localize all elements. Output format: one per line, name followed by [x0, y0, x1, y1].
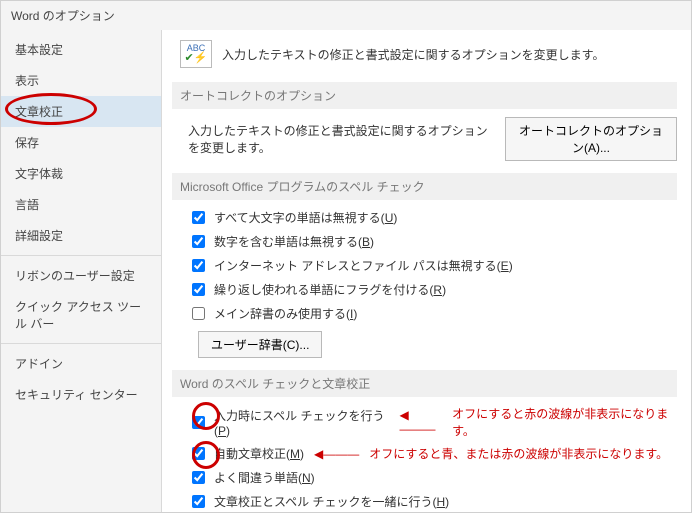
- sidebar-separator: [1, 255, 161, 256]
- checkbox-label: 自動文章校正(M): [214, 445, 304, 462]
- sidebar-item-proofing[interactable]: 文章校正: [1, 96, 161, 127]
- sidebar-item-display[interactable]: 表示: [1, 65, 161, 96]
- sidebar-item-trust[interactable]: セキュリティ センター: [1, 379, 161, 410]
- arrow-left-icon: ◀———: [314, 447, 359, 461]
- annotation-text: オフにすると青、または赤の波線が非表示になります。: [369, 445, 668, 462]
- section-heading-autocorrect: オートコレクトのオプション: [172, 82, 677, 109]
- checkbox[interactable]: [192, 416, 205, 429]
- sidebar-item-basic[interactable]: 基本設定: [1, 34, 161, 65]
- checkbox-label: 繰り返し使われる単語にフラグを付ける(R): [214, 281, 446, 298]
- arrow-left-icon: ◀———: [400, 408, 443, 436]
- checkbox-row: 繰り返し使われる単語にフラグを付ける(R): [188, 280, 677, 299]
- sidebar-item-save[interactable]: 保存: [1, 127, 161, 158]
- sidebar-item-advanced[interactable]: 詳細設定: [1, 220, 161, 251]
- window-title: Word のオプション: [1, 1, 691, 30]
- user-dictionary-button[interactable]: ユーザー辞書(C)...: [198, 331, 322, 358]
- checkbox-label: 入力時にスペル チェックを行う(P): [214, 407, 390, 438]
- autocorrect-options-button[interactable]: オートコレクトのオプション(A)...: [505, 117, 677, 161]
- sidebar-item-ribbon[interactable]: リボンのユーザー設定: [1, 260, 161, 291]
- checkbox-row: 自動文章校正(M) ◀——— オフにすると青、または赤の波線が非表示になります。: [188, 444, 677, 463]
- section-heading-word-spell: Word のスペル チェックと文章校正: [172, 370, 677, 397]
- checkbox[interactable]: [192, 495, 205, 508]
- checkbox-label: 数字を含む単語は無視する(B): [214, 233, 374, 250]
- checkbox-row: 数字を含む単語は無視する(B): [188, 232, 677, 251]
- checkbox-label: よく間違う単語(N): [214, 469, 315, 486]
- checkbox-label: 文章校正とスペル チェックを一緒に行う(H): [214, 493, 449, 510]
- sidebar-item-addins[interactable]: アドイン: [1, 348, 161, 379]
- check-icon: ✔︎⚡: [185, 53, 208, 64]
- intro-text: 入力したテキストの修正と書式設定に関するオプションを変更します。: [222, 46, 604, 63]
- sidebar-separator: [1, 343, 161, 344]
- checkbox-row: 文章校正とスペル チェックを一緒に行う(H): [188, 492, 677, 511]
- checkbox-row: 入力時にスペル チェックを行う(P) ◀——— オフにすると赤の波線が非表示になりま…: [188, 405, 677, 439]
- checkbox-label: メイン辞書のみ使用する(I): [214, 305, 357, 322]
- proofing-icon: ABC ✔︎⚡: [180, 40, 212, 68]
- sidebar-item-language[interactable]: 言語: [1, 189, 161, 220]
- checkbox[interactable]: [192, 235, 205, 248]
- checkbox-row: インターネット アドレスとファイル パスは無視する(E): [188, 256, 677, 275]
- checkbox-label: インターネット アドレスとファイル パスは無視する(E): [214, 257, 513, 274]
- autocorrect-desc: 入力したテキストの修正と書式設定に関するオプションを変更します。: [188, 122, 495, 156]
- sidebar-item-typography[interactable]: 文字体裁: [1, 158, 161, 189]
- checkbox[interactable]: [192, 211, 205, 224]
- main-panel: ABC ✔︎⚡ 入力したテキストの修正と書式設定に関するオプションを変更します。…: [162, 30, 691, 512]
- annotation-text: オフにすると赤の波線が非表示になります。: [452, 405, 677, 439]
- checkbox-row: よく間違う単語(N): [188, 468, 677, 487]
- sidebar: 基本設定 表示 文章校正 保存 文字体裁 言語 詳細設定 リボンのユーザー設定 …: [1, 30, 162, 512]
- checkbox-row: メイン辞書のみ使用する(I): [188, 304, 677, 323]
- checkbox[interactable]: [192, 283, 205, 296]
- checkbox-row: すべて大文字の単語は無視する(U): [188, 208, 677, 227]
- checkbox[interactable]: [192, 471, 205, 484]
- checkbox[interactable]: [192, 259, 205, 272]
- section-heading-office-spell: Microsoft Office プログラムのスペル チェック: [172, 173, 677, 200]
- sidebar-item-qat[interactable]: クイック アクセス ツール バー: [1, 291, 161, 339]
- checkbox[interactable]: [192, 447, 205, 460]
- checkbox-label: すべて大文字の単語は無視する(U): [214, 209, 397, 226]
- checkbox[interactable]: [192, 307, 205, 320]
